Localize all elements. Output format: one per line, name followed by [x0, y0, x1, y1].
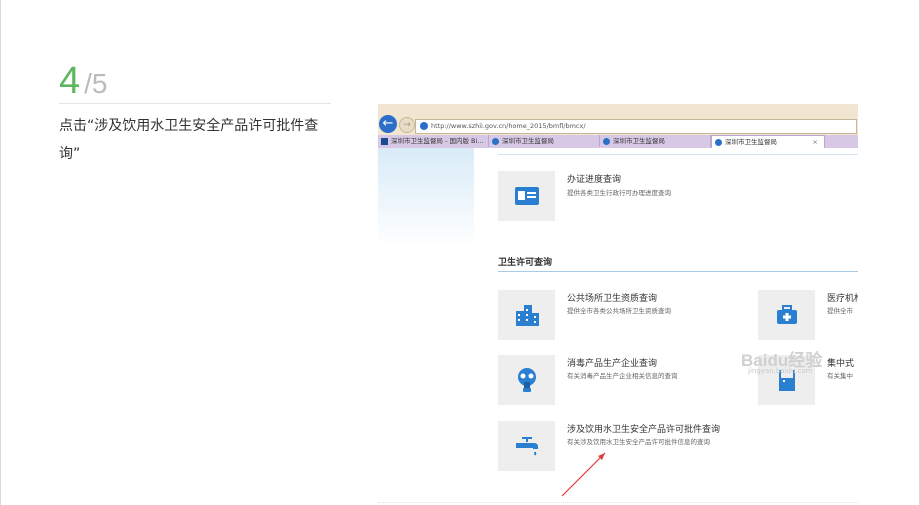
- baidu-watermark-url: jingyan.baidu.com: [748, 367, 813, 375]
- medical-institution-query-desc: 提供全市: [827, 307, 853, 315]
- page-side-gradient: [378, 148, 474, 248]
- browser-toolbar: ← → http://www.szhii.gov.cn/home_2015/bm…: [378, 104, 858, 136]
- tab-label: 深圳市卫生监督局: [613, 137, 665, 145]
- centralized-water-query-desc: 有关集中: [827, 372, 853, 380]
- medical-institution-query-title[interactable]: 医疗机构: [827, 291, 858, 304]
- medical-institution-query-tile[interactable]: [758, 290, 815, 340]
- ie-icon: [603, 137, 610, 145]
- tab-label: 深圳市卫生监督局: [725, 138, 777, 146]
- annotation-arrow: [561, 452, 606, 497]
- step-counter: 4/5: [59, 60, 108, 103]
- gas-mask-icon: [517, 368, 536, 392]
- tab-2[interactable]: 深圳市卫生监督局: [489, 135, 600, 147]
- close-icon[interactable]: ×: [813, 136, 818, 148]
- progress-query-tile[interactable]: [498, 171, 555, 221]
- step-instruction: 点击“涉及饮用水卫生安全产品许可批件查询”: [59, 118, 319, 162]
- public-place-query-desc: 提供全市各类公共场所卫生资质查询: [567, 307, 671, 315]
- page-bottom-dotted-rule: [378, 502, 858, 504]
- ie-icon: [492, 137, 499, 145]
- tab-1[interactable]: 深圳市卫生监督局 - 国内版 Bi...: [378, 135, 489, 147]
- forward-button[interactable]: →: [399, 117, 415, 133]
- tab-strip: 深圳市卫生监督局 - 国内版 Bi... 深圳市卫生监督局 深圳市卫生监督局 深…: [378, 135, 858, 148]
- bing-icon: [381, 137, 388, 145]
- id-card-icon: [514, 187, 539, 205]
- buildings-icon: [515, 305, 539, 326]
- step-number: 4: [59, 60, 81, 102]
- back-button[interactable]: ←: [379, 115, 397, 133]
- public-place-query-tile[interactable]: [498, 290, 555, 340]
- section-title: 卫生许可查询: [498, 258, 553, 268]
- step-divider: [59, 103, 331, 104]
- browser-screenshot: ← → http://www.szhii.gov.cn/home_2015/bm…: [378, 104, 858, 505]
- tab-label: 深圳市卫生监督局: [502, 137, 554, 145]
- ie-icon: [715, 138, 722, 146]
- address-bar[interactable]: http://www.szhii.gov.cn/home_2015/bmfl/b…: [415, 119, 857, 134]
- drinking-water-product-query-tile[interactable]: [498, 421, 555, 471]
- step-total: /5: [84, 68, 108, 99]
- section-divider: [498, 271, 858, 272]
- page-top-rule: [498, 154, 858, 155]
- site-icon: [420, 122, 428, 130]
- disinfectant-query-desc: 有关消毒产品生产企业相关信息的查询: [567, 372, 678, 380]
- url-text: http://www.szhii.gov.cn/home_2015/bmfl/b…: [431, 122, 586, 130]
- public-place-query-title[interactable]: 公共场所卫生资质查询: [567, 291, 657, 304]
- centralized-water-query-title[interactable]: 集中式: [827, 356, 854, 369]
- disinfectant-query-title[interactable]: 消毒产品生产企业查询: [567, 356, 657, 369]
- tab-label: 深圳市卫生监督局 - 国内版 Bi...: [391, 137, 484, 145]
- progress-query-desc: 提供各类卫生行政行可办理进度查询: [567, 189, 671, 197]
- faucet-icon: [515, 437, 538, 456]
- drinking-water-product-query-title[interactable]: 涉及饮用水卫生安全产品许可批件查询: [567, 422, 720, 435]
- drinking-water-product-query-desc: 有关涉及饮用水卫生安全产品许可批件信息的查询: [567, 438, 710, 446]
- medical-kit-icon: [776, 305, 797, 324]
- progress-query-title[interactable]: 办证进度查询: [567, 172, 621, 185]
- disinfectant-query-tile[interactable]: [498, 355, 555, 405]
- tab-3[interactable]: 深圳市卫生监督局: [600, 135, 711, 147]
- frame-left-border: [0, 0, 1, 505]
- tab-4-active[interactable]: 深圳市卫生监督局 ×: [711, 135, 825, 148]
